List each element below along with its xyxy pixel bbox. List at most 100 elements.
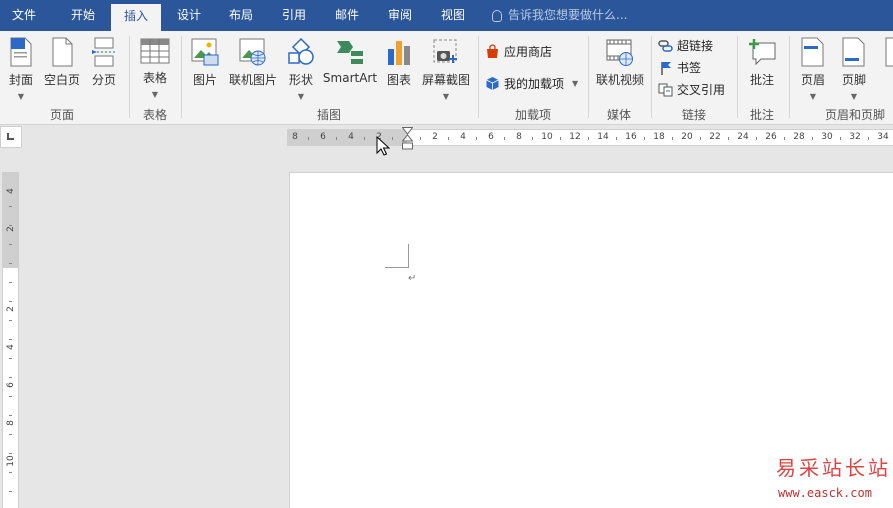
ruler-number: 8 <box>292 132 298 142</box>
footer-button[interactable]: 页脚 ▼ <box>838 37 870 102</box>
blank-page-button[interactable]: 空白页 <box>42 37 82 88</box>
ruler-number: 6 <box>6 382 16 388</box>
store-label: 应用商店 <box>504 45 553 59</box>
ruler-tick <box>700 137 701 140</box>
group-label-addins: 加载项 <box>514 108 551 122</box>
ruler-tick <box>9 339 12 340</box>
screenshot-icon <box>433 39 457 63</box>
my-addins-button[interactable]: 我的加载项 ▼ <box>485 75 578 92</box>
cover-page-button[interactable]: 封面 ▼ <box>4 37 38 102</box>
bookmark-button[interactable]: 书签 <box>658 59 701 76</box>
ruler-tick <box>364 137 365 140</box>
watermark-site-name: 易采站长站 <box>776 456 891 480</box>
ruler-number: 2 <box>432 132 438 142</box>
chevron-down-icon: ▼ <box>442 92 450 101</box>
store-icon <box>487 44 498 58</box>
hyperlink-label: 超链接 <box>677 39 714 53</box>
tab-review[interactable]: 审阅 <box>375 0 425 31</box>
screenshot-label: 屏幕截图 <box>421 73 470 87</box>
ruler-number: 4 <box>460 132 466 142</box>
ruler-number: 4 <box>6 188 16 194</box>
ruler-tick <box>9 472 12 473</box>
ruler-number: 14 <box>597 132 609 142</box>
chevron-down-icon: ▼ <box>151 90 159 99</box>
group-separator <box>588 36 589 118</box>
ruler-number: 8 <box>516 132 522 142</box>
chevron-down-icon: ▼ <box>850 92 858 101</box>
online-video-label: 联机视频 <box>595 73 644 87</box>
screenshot-button[interactable]: 屏幕截图 ▼ <box>420 37 472 102</box>
chevron-down-icon: ▼ <box>297 92 305 101</box>
tab-home[interactable]: 开始 <box>58 0 108 31</box>
group-label-header-footer: 页眉和页脚 <box>825 108 886 122</box>
page-break-button[interactable]: 分页 <box>88 37 120 88</box>
tell-me-search[interactable]: 告诉我您想要做什么... <box>492 0 627 31</box>
group-separator <box>737 36 738 118</box>
tab-mailings[interactable]: 邮件 <box>322 0 372 31</box>
vertical-ruler[interactable]: 4 2 2 4 6 8 10 <box>2 172 19 508</box>
ruler-tick <box>560 137 561 140</box>
blank-page-icon <box>52 37 73 67</box>
shapes-button[interactable]: 形状 ▼ <box>284 37 318 102</box>
comment-button[interactable]: 批注 <box>744 37 780 88</box>
table-icon <box>140 38 170 64</box>
ruler-tick <box>420 137 421 140</box>
tab-references[interactable]: 引用 <box>269 0 319 31</box>
group-label-links: 链接 <box>681 108 706 122</box>
ruler-tick <box>9 491 12 492</box>
ruler-number: 12 <box>569 132 581 142</box>
shapes-label: 形状 <box>288 73 313 87</box>
ruler-tick <box>9 415 12 416</box>
picture-button[interactable]: 图片 <box>188 37 222 88</box>
ruler-number: 22 <box>709 132 721 142</box>
bookmark-flag-icon <box>661 61 671 75</box>
tab-selector[interactable] <box>0 126 22 148</box>
chevron-down-icon: ▼ <box>572 79 579 88</box>
cross-reference-button[interactable]: 交叉引用 <box>658 81 725 98</box>
ruler-tick <box>9 263 12 264</box>
page-break-icon <box>92 37 115 67</box>
ruler-tick <box>476 137 477 140</box>
ruler-number: 8 <box>6 420 16 426</box>
chart-label: 图表 <box>386 73 411 87</box>
chart-button[interactable]: 图表 <box>384 37 414 88</box>
page-number-button-partial[interactable] <box>880 37 893 71</box>
ruler-number: 34 <box>877 132 889 142</box>
group-label-comments: 批注 <box>749 108 774 122</box>
ruler-number: 10 <box>6 455 16 467</box>
paragraph-mark: ↵ <box>408 273 417 284</box>
store-button[interactable]: 应用商店 <box>485 43 552 60</box>
ruler-tick <box>728 137 729 140</box>
tab-file[interactable]: 文件 <box>0 0 48 31</box>
blank-page-label: 空白页 <box>43 73 80 87</box>
ruler-tick <box>9 320 12 321</box>
ruler-tick <box>392 137 393 140</box>
ruler-number: 16 <box>625 132 637 142</box>
online-video-button[interactable]: 联机视频 <box>594 37 646 88</box>
online-video-icon <box>606 39 633 66</box>
watermark-url: www.easck.com <box>778 486 872 500</box>
group-separator <box>789 36 790 118</box>
chevron-down-icon: ▼ <box>809 92 817 101</box>
header-button[interactable]: 页眉 ▼ <box>797 37 829 102</box>
smartart-button[interactable]: SmartArt <box>322 37 378 85</box>
ruler-tick <box>812 137 813 140</box>
table-button[interactable]: 表格 ▼ <box>137 37 173 100</box>
bookmark-label: 书签 <box>677 61 702 75</box>
ruler-number: 4 <box>348 132 354 142</box>
group-label-tables: 表格 <box>142 108 167 122</box>
indent-markers-icon[interactable] <box>402 127 413 154</box>
online-picture-icon <box>239 38 266 66</box>
lightbulb-icon <box>492 9 502 22</box>
ruler-number: 2 <box>6 306 16 312</box>
online-picture-button[interactable]: 联机图片 <box>228 37 278 88</box>
chevron-down-icon: ▼ <box>17 92 25 101</box>
hyperlink-button[interactable]: 超链接 <box>658 37 713 54</box>
tab-design[interactable]: 设计 <box>164 0 214 31</box>
tab-insert[interactable]: 插入 <box>111 4 161 31</box>
ruler-number: 28 <box>793 132 805 142</box>
tab-layout[interactable]: 布局 <box>216 0 266 31</box>
ruler-number: 32 <box>849 132 861 142</box>
tab-view[interactable]: 视图 <box>428 0 478 31</box>
ruler-number: 24 <box>737 132 749 142</box>
